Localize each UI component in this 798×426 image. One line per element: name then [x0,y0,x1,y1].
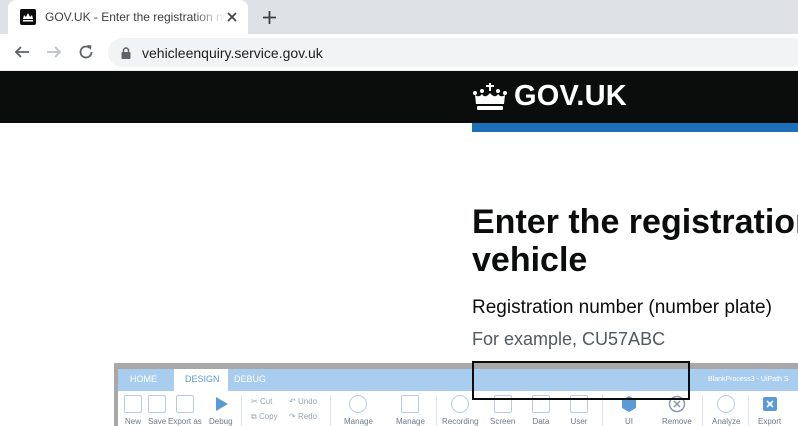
tab-debug[interactable]: DEBUG [234,374,266,384]
ribbon-separator [241,395,242,426]
address-bar[interactable]: vehicleenquiry.service.gov.uk [108,38,798,67]
ribbon-separator [702,395,703,426]
tab-design[interactable]: DESIGN [174,369,228,391]
redo-label: Redo [297,412,318,421]
reload-icon[interactable] [76,42,96,62]
undo-button[interactable]: ↶ Undo [289,397,317,406]
govuk-logo-link[interactable]: GOV.UK [472,80,627,113]
analyze-button[interactable]: Analyze [712,395,740,426]
forward-arrow-icon[interactable] [44,42,64,62]
cut-button[interactable]: ✂ Cut [251,397,272,406]
browser-tab-strip: GOV.UK - Enter the registration number [0,0,798,34]
browser-tab[interactable]: GOV.UK - Enter the registration number [8,0,248,34]
remove-label: Remove [662,417,692,426]
tab-design-label: DESIGN [185,374,220,384]
govuk-crown-favicon-icon [20,9,36,25]
save-label: Save [148,417,167,426]
ribbon-separator [436,395,437,426]
back-arrow-icon[interactable] [12,42,32,62]
cut-label: Cut [259,397,273,406]
lock-icon[interactable] [119,46,133,60]
page-title-line2: vehicle [472,241,588,279]
recording-label: Recording [442,417,479,426]
excel-icon [762,397,777,411]
govuk-header: GOV.UK [0,71,798,123]
manage-resources-button[interactable]: Manage [396,395,425,426]
undo-label: Undo [297,397,318,406]
packages-icon [349,395,368,413]
analyze-icon [717,395,736,413]
new-file-icon [124,395,142,413]
manage-label: Manage [344,417,373,426]
plus-icon[interactable] [260,8,278,26]
play-icon [215,397,228,411]
ribbon-separator [330,395,331,426]
browser-toolbar: vehicleenquiry.service.gov.uk [0,34,798,71]
page-title: Enter the registration vehicle [472,203,798,279]
ribbon-separator [748,395,749,426]
export-label: Export [758,417,782,426]
close-icon[interactable] [224,9,240,25]
crown-icon [473,82,507,110]
save-icon [148,395,167,413]
uipath-ribbon: New Save Export as Debug ✂ Cut ⧉ Copy ↶ [118,391,798,426]
ui-label: UI [625,417,633,426]
copy-button[interactable]: ⧉ Copy [251,412,278,422]
registration-number-input[interactable] [472,361,690,400]
uipath-ribbon-area: HOME DESIGN DEBUG BlankProcess3 - UiPath… [118,369,798,426]
export-icon [175,395,194,413]
registration-number-label: Registration number (number plate) [472,297,772,318]
debug-button[interactable]: Debug [209,395,233,426]
data-label: Data [532,417,550,426]
manage-label-2: Manage [396,417,425,426]
registration-number-hint: For example, CU57ABC [472,329,666,349]
new-button[interactable]: New [124,395,142,426]
screen-label: Screen [490,417,516,426]
export-as-label: Export as [168,417,202,426]
uipath-tab-bar: HOME DESIGN DEBUG BlankProcess3 - UiPath… [118,369,798,391]
browser-tab-title: GOV.UK - Enter the registration number [45,10,225,24]
export-button[interactable]: Export [758,395,781,426]
govuk-logo-text: GOV.UK [514,80,627,112]
uipath-studio-window: HOME DESIGN DEBUG BlankProcess3 - UiPath… [114,363,798,426]
debug-label: Debug [209,417,233,426]
screen: GOV.UK - Enter the registration number v… [0,0,798,426]
user-label: User [570,417,588,426]
manage-packages-button[interactable]: Manage [344,395,373,426]
uipath-window-title: BlankProcess3 - UiPath S [708,376,789,383]
export-as-button[interactable]: Export as [168,395,202,426]
redo-button[interactable]: ↷ Redo [289,412,317,421]
save-button[interactable]: Save [148,395,166,426]
url-text: vehicleenquiry.service.gov.uk [142,44,323,61]
header-accent-bar [472,123,798,132]
copy-label: Copy [258,412,278,421]
page-title-line1: Enter the registration [472,203,798,241]
record-icon [451,395,470,413]
tab-home[interactable]: HOME [130,374,157,384]
resources-icon [401,395,420,413]
analyze-label: Analyze [712,417,741,426]
new-label: New [124,417,141,426]
